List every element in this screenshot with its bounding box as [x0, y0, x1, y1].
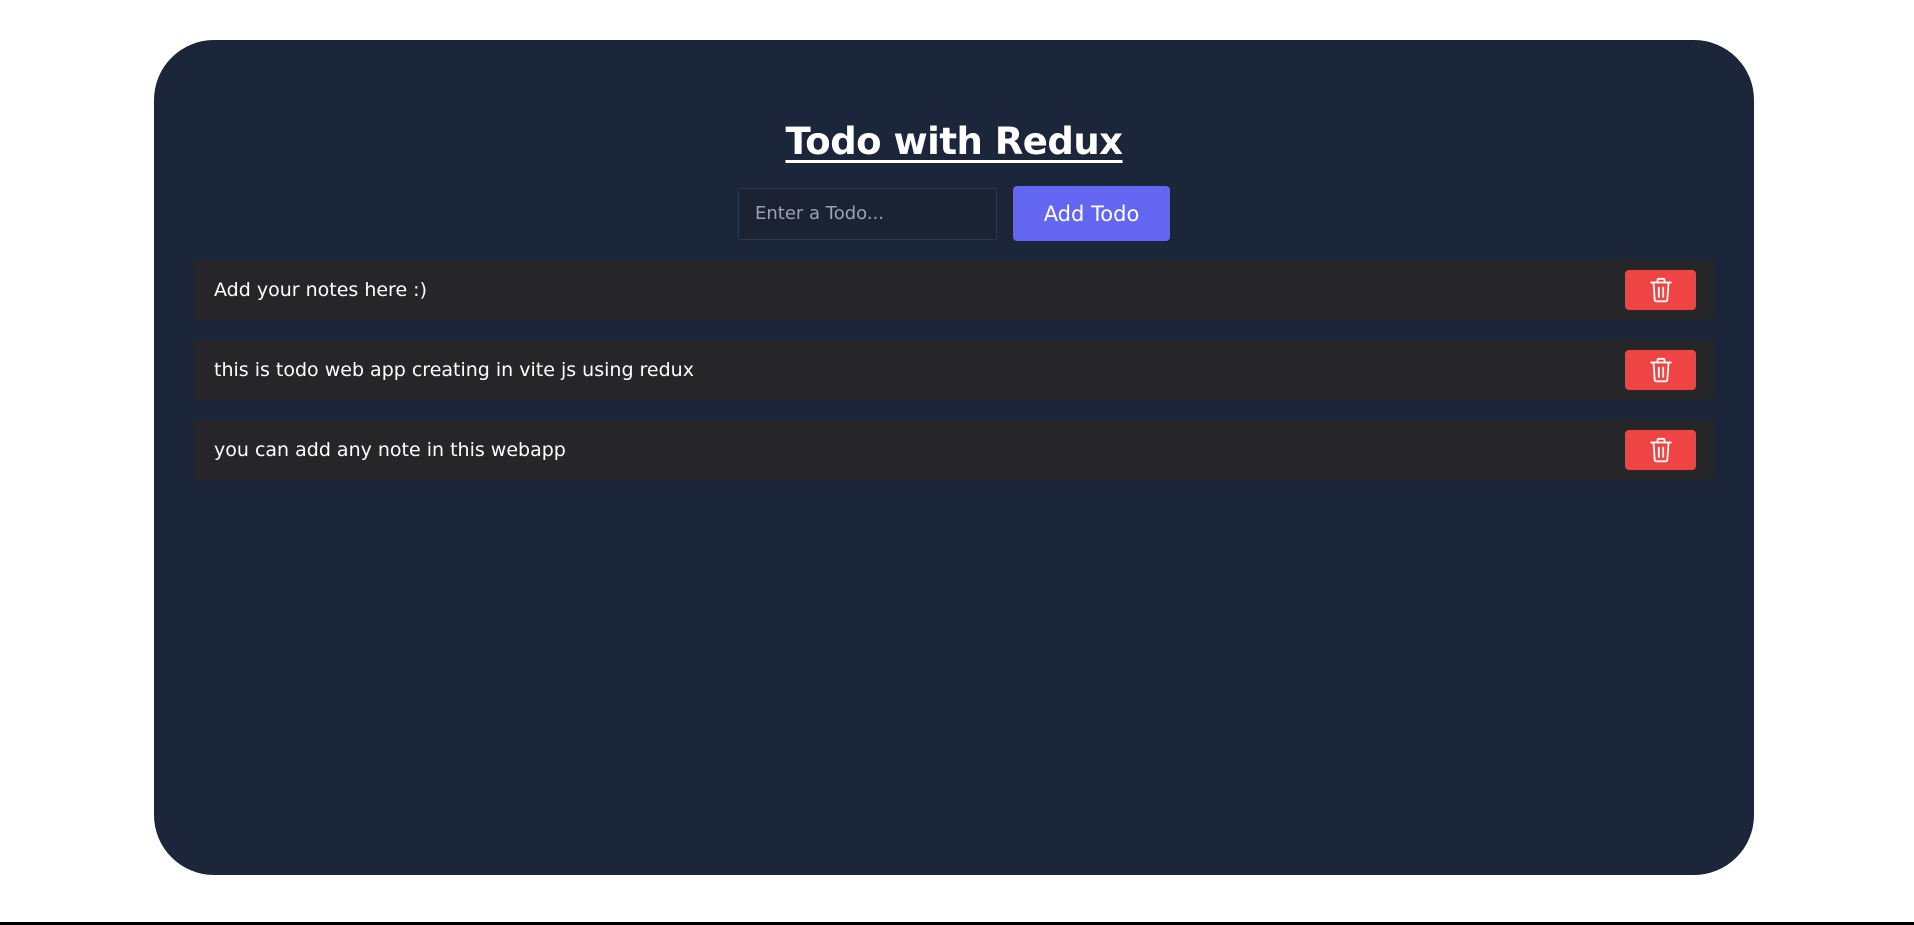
todo-item: Add your notes here :): [194, 260, 1714, 320]
page: Todo with Redux Add Todo Add your notes …: [0, 0, 1914, 925]
todo-text: Add your notes here :): [214, 279, 427, 301]
todo-text: you can add any note in this webapp: [214, 439, 566, 461]
add-todo-button[interactable]: Add Todo: [1013, 186, 1170, 241]
add-todo-form: Add Todo: [738, 186, 1170, 241]
delete-todo-button[interactable]: [1625, 270, 1696, 310]
todo-item: you can add any note in this webapp: [194, 420, 1714, 480]
trash-icon: [1649, 277, 1672, 303]
delete-todo-button[interactable]: [1625, 430, 1696, 470]
app-title: Todo with Redux: [785, 120, 1123, 163]
todo-input[interactable]: [738, 187, 997, 240]
todo-text: this is todo web app creating in vite js…: [214, 359, 694, 381]
delete-todo-button[interactable]: [1625, 350, 1696, 390]
todo-item: this is todo web app creating in vite js…: [194, 340, 1714, 400]
trash-icon: [1649, 357, 1672, 383]
todo-list: Add your notes here :) this is todo web …: [194, 260, 1714, 500]
trash-icon: [1649, 437, 1672, 463]
